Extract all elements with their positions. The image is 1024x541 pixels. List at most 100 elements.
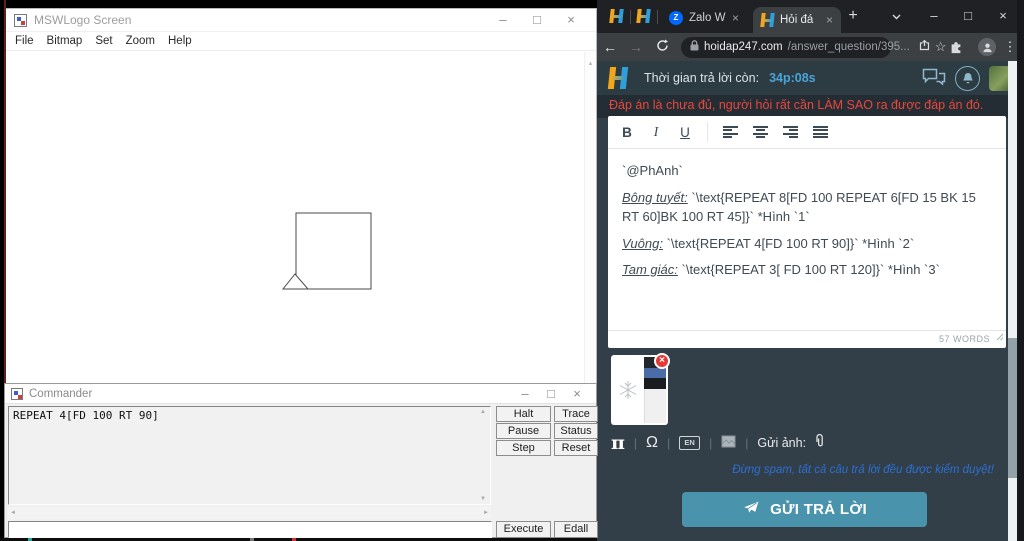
divider: | (745, 436, 749, 450)
bookmark-star-icon[interactable]: ☆ (935, 39, 947, 55)
halt-button[interactable]: Halt (496, 406, 551, 422)
mswlogo-minimize-button[interactable]: – (486, 9, 520, 31)
mswlogo-close-button[interactable]: × (554, 9, 588, 31)
menu-set[interactable]: Set (95, 35, 112, 47)
mswlogo-titlebar[interactable]: MSWLogo Screen – □ × (6, 9, 596, 32)
page-scrollbar[interactable] (1008, 61, 1017, 541)
chat-bubbles-icon[interactable] (922, 68, 946, 92)
italic-button[interactable]: I (649, 124, 663, 140)
commander-history-area[interactable]: REPEAT 4[FD 100 RT 90] (8, 406, 491, 505)
pinned-tab-hoidap247-2[interactable] (636, 9, 651, 23)
history-scroll-right-arrow[interactable]: ► (483, 510, 489, 516)
commander-minimize-button[interactable]: – (512, 383, 538, 405)
commander-input[interactable] (8, 521, 492, 538)
tab-search-chevron-icon[interactable] (887, 8, 905, 23)
page-scrollbar-thumb[interactable] (1008, 338, 1017, 478)
answer-line: Tam giác: `\text{REPEAT 3[ FD 100 RT 120… (622, 262, 940, 277)
page-header: Thời gian trả lời còn: 34p:08s (597, 61, 1024, 95)
commander-horizontal-scrollbar[interactable]: ◄ ► (8, 507, 491, 519)
refresh-button[interactable] (649, 39, 675, 55)
paperclip-icon[interactable] (815, 434, 825, 454)
paper-plane-icon (741, 500, 760, 519)
pause-button[interactable]: Pause (496, 423, 551, 439)
menu-file[interactable]: File (15, 35, 34, 47)
insert-image-icon[interactable] (721, 435, 736, 453)
divider (630, 10, 631, 24)
tab-zalo[interactable]: Z Zalo W × (661, 5, 747, 31)
history-scroll-up-arrow[interactable]: ▲ (480, 409, 486, 415)
underline-button[interactable]: U (678, 125, 692, 140)
new-tab-button[interactable]: + (843, 7, 863, 25)
execute-button[interactable]: Execute (496, 521, 551, 538)
editor-content-area[interactable]: `@PhAnh` Bông tuyết: `\text{REPEAT 8[FD … (608, 150, 1006, 330)
step-button[interactable]: Step (496, 440, 551, 456)
reset-button[interactable]: Reset (554, 440, 598, 456)
align-center-icon[interactable] (753, 125, 768, 139)
commander-window: Commander – □ × REPEAT 4[FD 100 RT 90] ▲… (4, 383, 598, 538)
editor-insert-tools: π | Ω | EN | | Gửi ảnh: (611, 432, 825, 454)
menu-help[interactable]: Help (168, 35, 192, 47)
word-count: 57 WORDS (608, 330, 1006, 348)
bold-button[interactable]: B (620, 125, 634, 140)
mswlogo-app-icon (14, 13, 27, 27)
math-formula-icon[interactable]: π (611, 432, 625, 454)
tab-hoidap-active[interactable]: Hỏi đá × (753, 7, 841, 33)
url-path: /answer_question/395... (787, 41, 910, 53)
share-icon[interactable] (919, 38, 930, 56)
symbols-omega-icon[interactable]: Ω (646, 434, 658, 452)
edall-button[interactable]: Edall (554, 521, 598, 538)
commander-titlebar[interactable]: Commander – □ × (5, 384, 596, 404)
history-scroll-left-arrow[interactable]: ◄ (10, 510, 16, 516)
submit-answer-button[interactable]: GỬI TRẢ LỜI (682, 492, 927, 527)
zalo-favicon: Z (669, 11, 683, 25)
mswlogo-maximize-button[interactable]: □ (520, 9, 554, 31)
extensions-puzzle-icon[interactable] (949, 40, 963, 59)
browser-profile-avatar[interactable] (978, 38, 996, 56)
menu-zoom[interactable]: Zoom (126, 35, 155, 47)
trace-button[interactable]: Trace (554, 406, 598, 422)
moderation-note: Đừng spam, tất cả câu trả lời đều được k… (732, 464, 994, 476)
notification-bell-icon[interactable] (955, 66, 980, 91)
lock-icon[interactable] (690, 38, 699, 56)
align-right-icon[interactable] (783, 125, 798, 139)
browser-minimize-button[interactable]: – (925, 8, 943, 23)
timer-label: Thời gian trả lời còn: (644, 71, 760, 85)
editor-toolbar: B I U (608, 116, 1006, 149)
send-image-label: Gửi ảnh: (757, 436, 807, 450)
turtle-icon (281, 273, 310, 290)
hoidap247-page: Thời gian trả lời còn: 34p:08s Đáp án là… (597, 61, 1024, 541)
editor-resize-handle[interactable] (996, 328, 1004, 346)
forward-button[interactable]: → (623, 39, 649, 55)
remove-attachment-button[interactable]: × (654, 353, 670, 369)
tab-hoidap-close-icon[interactable]: × (826, 13, 833, 27)
canvas-scroll-up-arrow[interactable]: ▲ (588, 61, 594, 67)
timer-value: 34p:08s (769, 71, 816, 85)
align-left-icon[interactable] (723, 125, 738, 139)
browser-maximize-button[interactable]: □ (959, 8, 977, 23)
mswlogo-menubar: File Bitmap Set Zoom Help (6, 32, 596, 51)
equation-badge-icon[interactable]: EN (679, 436, 701, 450)
history-scroll-down-arrow[interactable]: ▼ (480, 496, 486, 502)
desktop-left-region: MSWLogo Screen – □ × File Bitmap Set Zoo… (0, 0, 598, 541)
back-button[interactable]: ← (597, 39, 623, 55)
mswlogo-window-title: MSWLogo Screen (34, 13, 132, 27)
tab-hoidap-label: Hỏi đá (780, 14, 814, 26)
commander-close-button[interactable]: × (564, 383, 590, 405)
status-button[interactable]: Status (554, 423, 598, 439)
answer-line: Bông tuyết: `\text{REPEAT 8[FD 100 REPEA… (622, 189, 976, 225)
answer-line: Vuông: `\text{REPEAT 4[FD 100 RT 90]}` *… (622, 235, 915, 251)
align-justify-icon[interactable] (813, 125, 828, 139)
commander-maximize-button[interactable]: □ (538, 383, 564, 405)
tab-zalo-close-icon[interactable]: × (732, 11, 739, 25)
address-bar[interactable]: hoidap247.com /answer_question/395... ☆ (681, 36, 946, 58)
hoidap247-logo[interactable] (607, 67, 629, 89)
moderator-warning-text: Đáp án là chưa đủ, người hỏi rất cần LÀM… (597, 95, 1024, 118)
browser-close-button[interactable]: × (994, 8, 1012, 23)
browser-toolbar: ← → hoidap247.com /answer_question/395..… (597, 33, 1024, 61)
browser-menu-icon[interactable]: ⋮ (1003, 33, 1017, 61)
pinned-tab-hoidap247-1[interactable] (609, 9, 624, 23)
divider: | (667, 436, 671, 450)
screen-edge (1017, 0, 1024, 541)
divider: | (709, 436, 713, 450)
menu-bitmap[interactable]: Bitmap (47, 35, 83, 47)
